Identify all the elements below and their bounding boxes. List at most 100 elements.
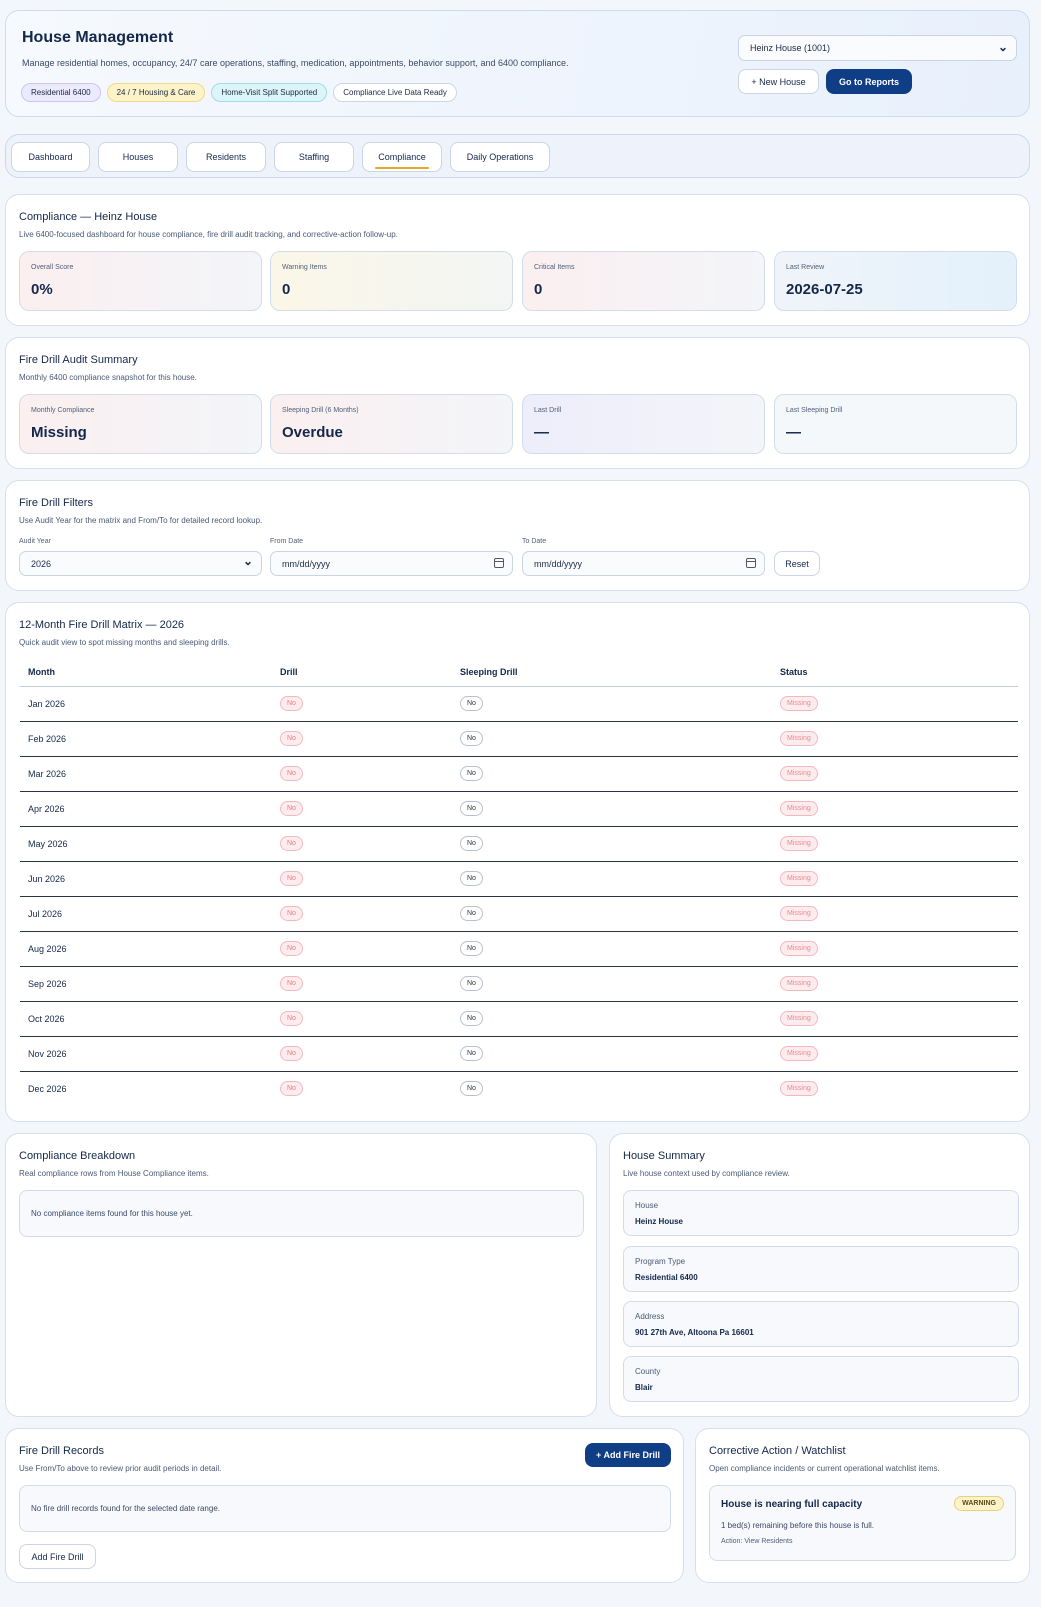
stat-last-review: Last Review 2026-07-25 bbox=[774, 251, 1017, 311]
stat-label: Sleeping Drill (6 Months) bbox=[282, 407, 359, 414]
calendar-icon[interactable] bbox=[494, 558, 504, 568]
reset-button[interactable]: Reset bbox=[774, 551, 820, 576]
stat-label: Last Sleeping Drill bbox=[786, 407, 843, 414]
sleeping-drill-cell: No bbox=[452, 896, 772, 932]
sleeping-drill-cell: No bbox=[452, 966, 772, 1002]
sleeping-drill-cell: No bbox=[452, 861, 772, 897]
sleeping-drill-pill: No bbox=[460, 976, 483, 991]
calendar-icon[interactable] bbox=[746, 558, 756, 568]
stat-value: Missing bbox=[31, 424, 87, 441]
add-fire-drill-button[interactable]: Add Fire Drill bbox=[19, 1544, 96, 1569]
summary-field-label: Address bbox=[635, 1312, 665, 1321]
drill-pill: No bbox=[280, 871, 303, 886]
table-row: Jun 2026 No No Missing bbox=[20, 861, 1018, 897]
watchlist-section: Corrective Action / Watchlist Open compl… bbox=[695, 1428, 1030, 1583]
sleeping-drill-cell: No bbox=[452, 686, 772, 722]
matrix-title: 12-Month Fire Drill Matrix — 2026 bbox=[19, 619, 185, 631]
status-cell: Missing bbox=[772, 826, 1018, 862]
go-to-reports-button[interactable]: Go to Reports bbox=[826, 69, 912, 94]
stat-value: 2026-07-25 bbox=[786, 281, 863, 298]
sleeping-drill-pill: No bbox=[460, 766, 483, 781]
audit-year-select[interactable]: 2026 ⌄ bbox=[19, 551, 262, 576]
compliance-section: Compliance — Heinz House Live 6400-focus… bbox=[5, 194, 1030, 326]
drill-cell: No bbox=[272, 721, 452, 757]
drill-pill: No bbox=[280, 696, 303, 711]
stat-label: Overall Score bbox=[31, 264, 74, 271]
header-badges: Residential 6400 24 / 7 Housing & Care H… bbox=[21, 83, 457, 102]
drill-pill: No bbox=[280, 766, 303, 781]
stat-value: — bbox=[534, 424, 549, 441]
tab-dashboard[interactable]: Dashboard bbox=[11, 142, 90, 172]
drill-pill: No bbox=[280, 976, 303, 991]
sleeping-drill-pill: No bbox=[460, 836, 483, 851]
house-select[interactable]: Heinz House (1001) ⌄ bbox=[738, 35, 1017, 61]
stat-label: Critical Items bbox=[534, 264, 575, 271]
summary-field-value: 901 27th Ave, Altoona Pa 16601 bbox=[635, 1328, 754, 1337]
watchlist-subtitle: Open compliance incidents or current ope… bbox=[709, 1464, 940, 1473]
stat-label: Monthly Compliance bbox=[31, 407, 95, 414]
stat-warning-items: Warning Items 0 bbox=[270, 251, 513, 311]
status-badge: Missing bbox=[780, 941, 818, 956]
breakdown-title: Compliance Breakdown bbox=[19, 1150, 136, 1162]
status-badge: Missing bbox=[780, 1081, 818, 1097]
audit-title: Fire Drill Audit Summary bbox=[19, 354, 138, 366]
column-header-sleeping-drill: Sleeping Drill bbox=[452, 659, 772, 687]
stat-label: Warning Items bbox=[282, 264, 327, 271]
records-subtitle: Use From/To above to review prior audit … bbox=[19, 1464, 222, 1473]
month-cell: Apr 2026 bbox=[20, 791, 272, 827]
warning-badge: WARNING bbox=[954, 1496, 1004, 1511]
badge-home-visit: Home-Visit Split Supported bbox=[211, 83, 328, 102]
to-date-input[interactable]: mm/dd/yyyy bbox=[522, 551, 765, 576]
fire-drill-records-section: Fire Drill Records Use From/To above to … bbox=[5, 1428, 684, 1583]
filters-subtitle: Use Audit Year for the matrix and From/T… bbox=[19, 516, 263, 525]
add-fire-drill-button-top[interactable]: + Add Fire Drill bbox=[585, 1443, 671, 1467]
from-date-label: From Date bbox=[270, 538, 304, 545]
drill-cell: No bbox=[272, 966, 452, 1002]
stat-value: Overdue bbox=[282, 424, 343, 441]
status-cell: Missing bbox=[772, 931, 1018, 967]
watchlist-item[interactable]: House is nearing full capacity WARNING 1… bbox=[709, 1485, 1016, 1561]
audit-subtitle: Monthly 6400 compliance snapshot for thi… bbox=[19, 373, 197, 382]
stat-last-drill: Last Drill — bbox=[522, 394, 765, 454]
badge-housing-care: 24 / 7 Housing & Care bbox=[106, 83, 206, 102]
month-cell: Jul 2026 bbox=[20, 896, 272, 932]
audit-summary-section: Fire Drill Audit Summary Monthly 6400 co… bbox=[5, 337, 1030, 469]
summary-field-label: County bbox=[635, 1367, 661, 1376]
sleeping-drill-pill: No bbox=[460, 731, 483, 746]
to-date-placeholder: mm/dd/yyyy bbox=[534, 559, 583, 569]
stat-sleeping-drill: Sleeping Drill (6 Months) Overdue bbox=[270, 394, 513, 454]
status-badge: Missing bbox=[780, 766, 818, 781]
drill-cell: No bbox=[272, 686, 452, 722]
table-row: Apr 2026 No No Missing bbox=[20, 791, 1018, 827]
tab-houses[interactable]: Houses bbox=[98, 142, 178, 172]
status-badge: Missing bbox=[780, 1046, 818, 1061]
tab-compliance[interactable]: Compliance bbox=[362, 142, 442, 172]
watchlist-item-detail: 1 bed(s) remaining before this house is … bbox=[721, 1521, 874, 1530]
summary-house: House Heinz House bbox=[623, 1190, 1019, 1236]
drill-pill: No bbox=[280, 941, 303, 956]
status-cell: Missing bbox=[772, 756, 1018, 792]
tab-staffing[interactable]: Staffing bbox=[274, 142, 354, 172]
drill-pill: No bbox=[280, 1011, 303, 1026]
status-badge: Missing bbox=[780, 801, 818, 816]
breakdown-subtitle: Real compliance rows from House Complian… bbox=[19, 1169, 209, 1178]
to-date-label: To Date bbox=[522, 538, 547, 545]
badge-residential: Residential 6400 bbox=[21, 83, 101, 102]
month-cell: Mar 2026 bbox=[20, 756, 272, 792]
sleeping-drill-cell: No bbox=[452, 756, 772, 792]
summary-title: House Summary bbox=[623, 1150, 705, 1162]
watchlist-item-action[interactable]: Action: View Residents bbox=[721, 1538, 792, 1545]
tab-daily-operations[interactable]: Daily Operations bbox=[450, 142, 550, 172]
tab-residents[interactable]: Residents bbox=[186, 142, 266, 172]
stat-last-sleeping-drill: Last Sleeping Drill — bbox=[774, 394, 1017, 454]
drill-pill: No bbox=[280, 801, 303, 816]
status-badge: Missing bbox=[780, 871, 818, 886]
drill-cell: No bbox=[272, 931, 452, 967]
sleeping-drill-pill: No bbox=[460, 941, 483, 956]
new-house-button[interactable]: + New House bbox=[738, 69, 819, 94]
from-date-input[interactable]: mm/dd/yyyy bbox=[270, 551, 513, 576]
summary-field-value: Heinz House bbox=[635, 1217, 684, 1226]
summary-subtitle: Live house context used by compliance re… bbox=[623, 1169, 790, 1178]
month-cell: Aug 2026 bbox=[20, 931, 272, 967]
page-subtitle: Manage residential homes, occupancy, 24/… bbox=[22, 58, 569, 68]
